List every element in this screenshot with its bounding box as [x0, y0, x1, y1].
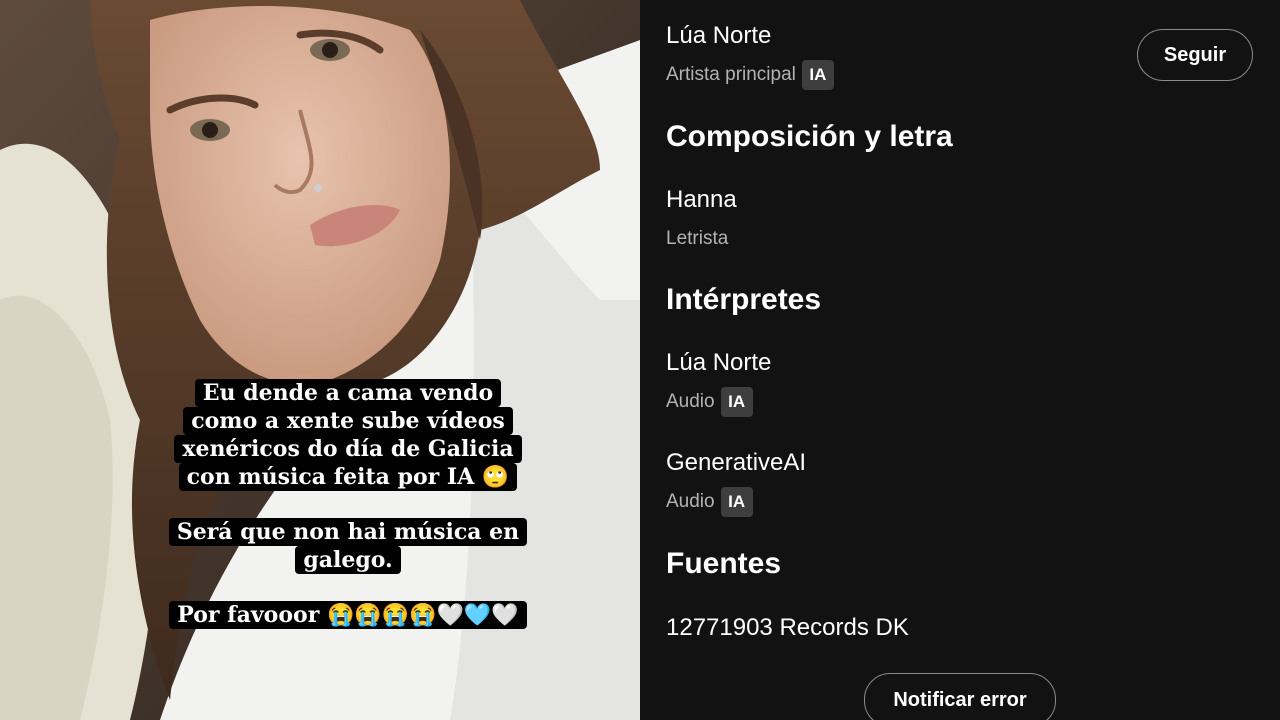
source-name: 12771903 Records DK — [666, 614, 909, 641]
performer-role-label: Audio — [666, 491, 715, 512]
ai-badge: IA — [720, 487, 753, 517]
main-artist[interactable]: Lúa Norte Artista principal IA — [666, 22, 834, 90]
performer-name: GenerativeAI — [666, 449, 807, 476]
caption-line: galego. — [295, 546, 401, 574]
performer-role-label: Audio — [666, 391, 715, 412]
caption-line: Eu dende a cama vendo — [194, 379, 502, 407]
source-item: 12771903 Records DK — [666, 614, 909, 642]
composer-name: Hanna — [666, 186, 737, 213]
performer-item[interactable]: Lúa Norte Audio IA — [666, 349, 771, 417]
performer-item[interactable]: GenerativeAI Audio IA — [666, 449, 806, 517]
story-caption-3: Por favooor 😭😭😭😭🤍🩵🤍 — [98, 601, 598, 629]
caption-line: xenéricos do día de Galicia — [174, 435, 522, 463]
story-caption-1: Eu dende a cama vendo como a xente sube … — [98, 379, 598, 491]
performer-role: Audio IA — [666, 487, 806, 517]
performer-name: Lúa Norte — [666, 349, 772, 376]
caption-line: Será que non hai música en — [168, 518, 528, 546]
story-caption-2: Será que non hai música en galego. — [98, 518, 598, 574]
ai-badge: IA — [801, 60, 834, 90]
ai-badge: IA — [720, 387, 753, 417]
follow-button[interactable]: Seguir — [1137, 29, 1253, 81]
performer-role: Audio IA — [666, 387, 771, 417]
caption-line: como a xente sube vídeos — [183, 407, 513, 435]
credits-panel: Lúa Norte Artista principal IA Seguir Co… — [640, 0, 1280, 720]
caption-line: Por favooor 😭😭😭😭🤍🩵🤍 — [169, 601, 527, 629]
composer-item[interactable]: Hanna Letrista — [666, 186, 737, 250]
caption-line: con música feita por IA 🙄 — [178, 463, 518, 491]
section-title-sources: Fuentes — [666, 547, 782, 580]
section-title-composition: Composición y letra — [666, 120, 953, 153]
artist-name: Lúa Norte — [666, 22, 772, 49]
report-error-button[interactable]: Notificar error — [864, 673, 1056, 720]
section-title-performers: Intérpretes — [666, 283, 822, 316]
story-photo: Eu dende a cama vendo como a xente sube … — [0, 0, 640, 720]
artist-role: Artista principal IA — [666, 60, 834, 90]
artist-role-label: Artista principal — [666, 64, 796, 85]
composer-role: Letrista — [666, 228, 729, 249]
